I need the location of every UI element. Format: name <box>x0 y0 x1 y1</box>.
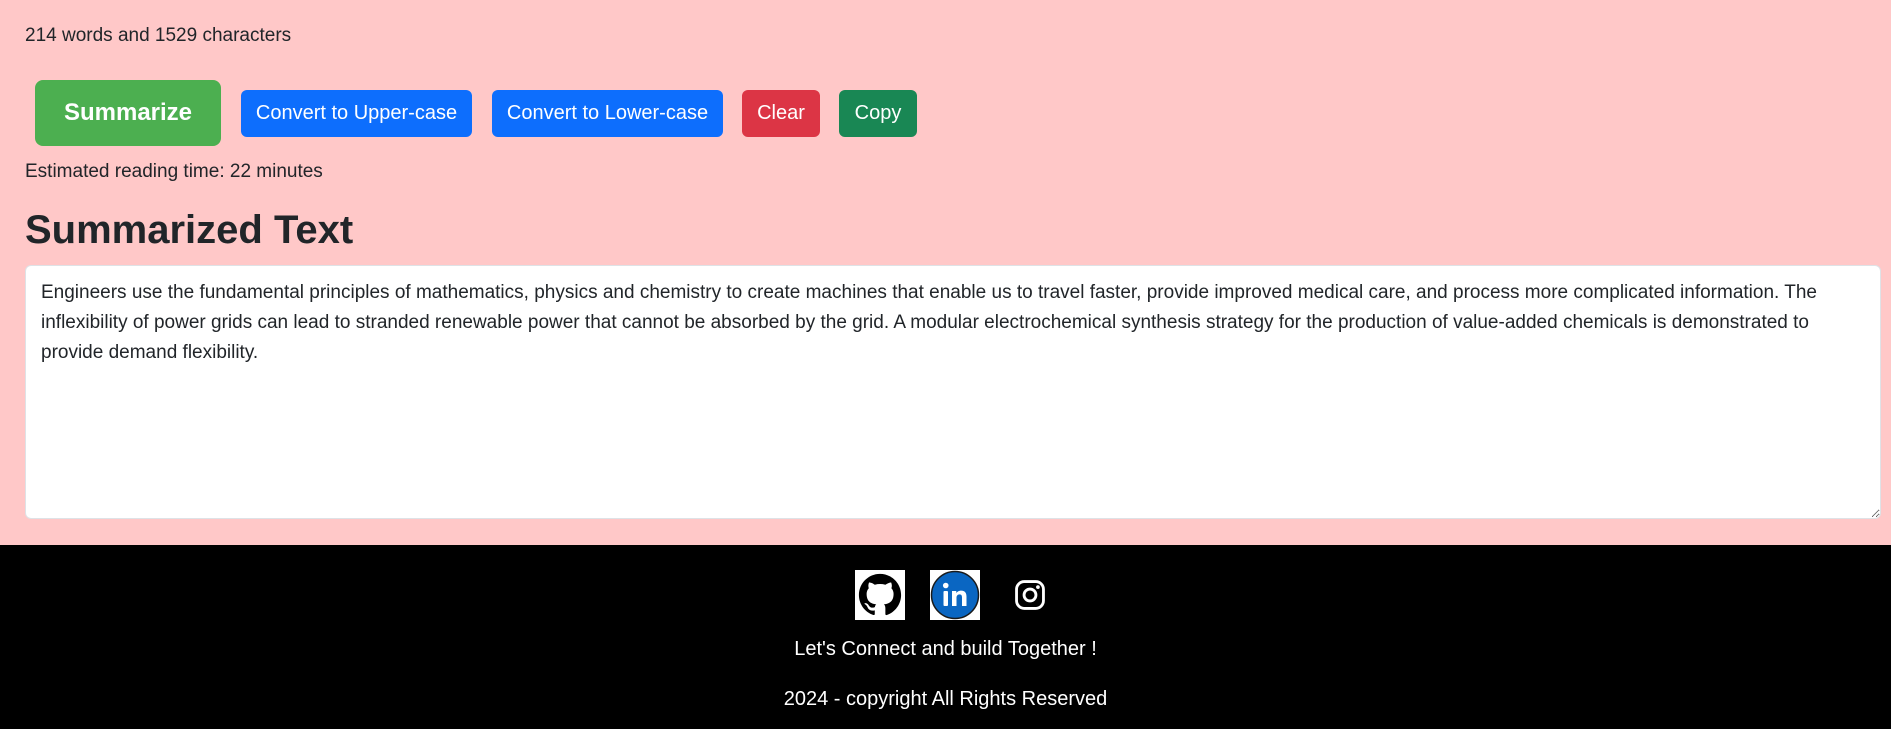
footer-copyright: 2024 - copyright All Rights Reserved <box>783 688 1108 710</box>
footer: Let's Connect and build Together ! 2024 … <box>0 545 1891 729</box>
social-links <box>0 570 1891 622</box>
copy-button[interactable]: Copy <box>839 90 917 137</box>
footer-tagline: Let's Connect and build Together ! <box>794 638 1097 660</box>
text-stats: 214 words and 1529 characters <box>25 25 292 46</box>
main-section: 214 words and 1529 characters Summarize … <box>0 0 1891 545</box>
convert-uppercase-button[interactable]: Convert to Upper-case <box>241 90 472 137</box>
summarized-text-area[interactable]: Engineers use the fundamental principles… <box>25 265 1881 519</box>
reading-time: Estimated reading time: 22 minutes <box>25 161 323 182</box>
clear-button[interactable]: Clear <box>742 90 820 137</box>
convert-lowercase-button[interactable]: Convert to Lower-case <box>492 90 723 137</box>
linkedin-icon[interactable] <box>930 570 980 620</box>
summarize-button[interactable]: Summarize <box>35 80 221 146</box>
summarized-text-heading: Summarized Text <box>25 208 354 252</box>
github-icon[interactable] <box>855 570 905 620</box>
instagram-icon[interactable] <box>1005 570 1055 620</box>
